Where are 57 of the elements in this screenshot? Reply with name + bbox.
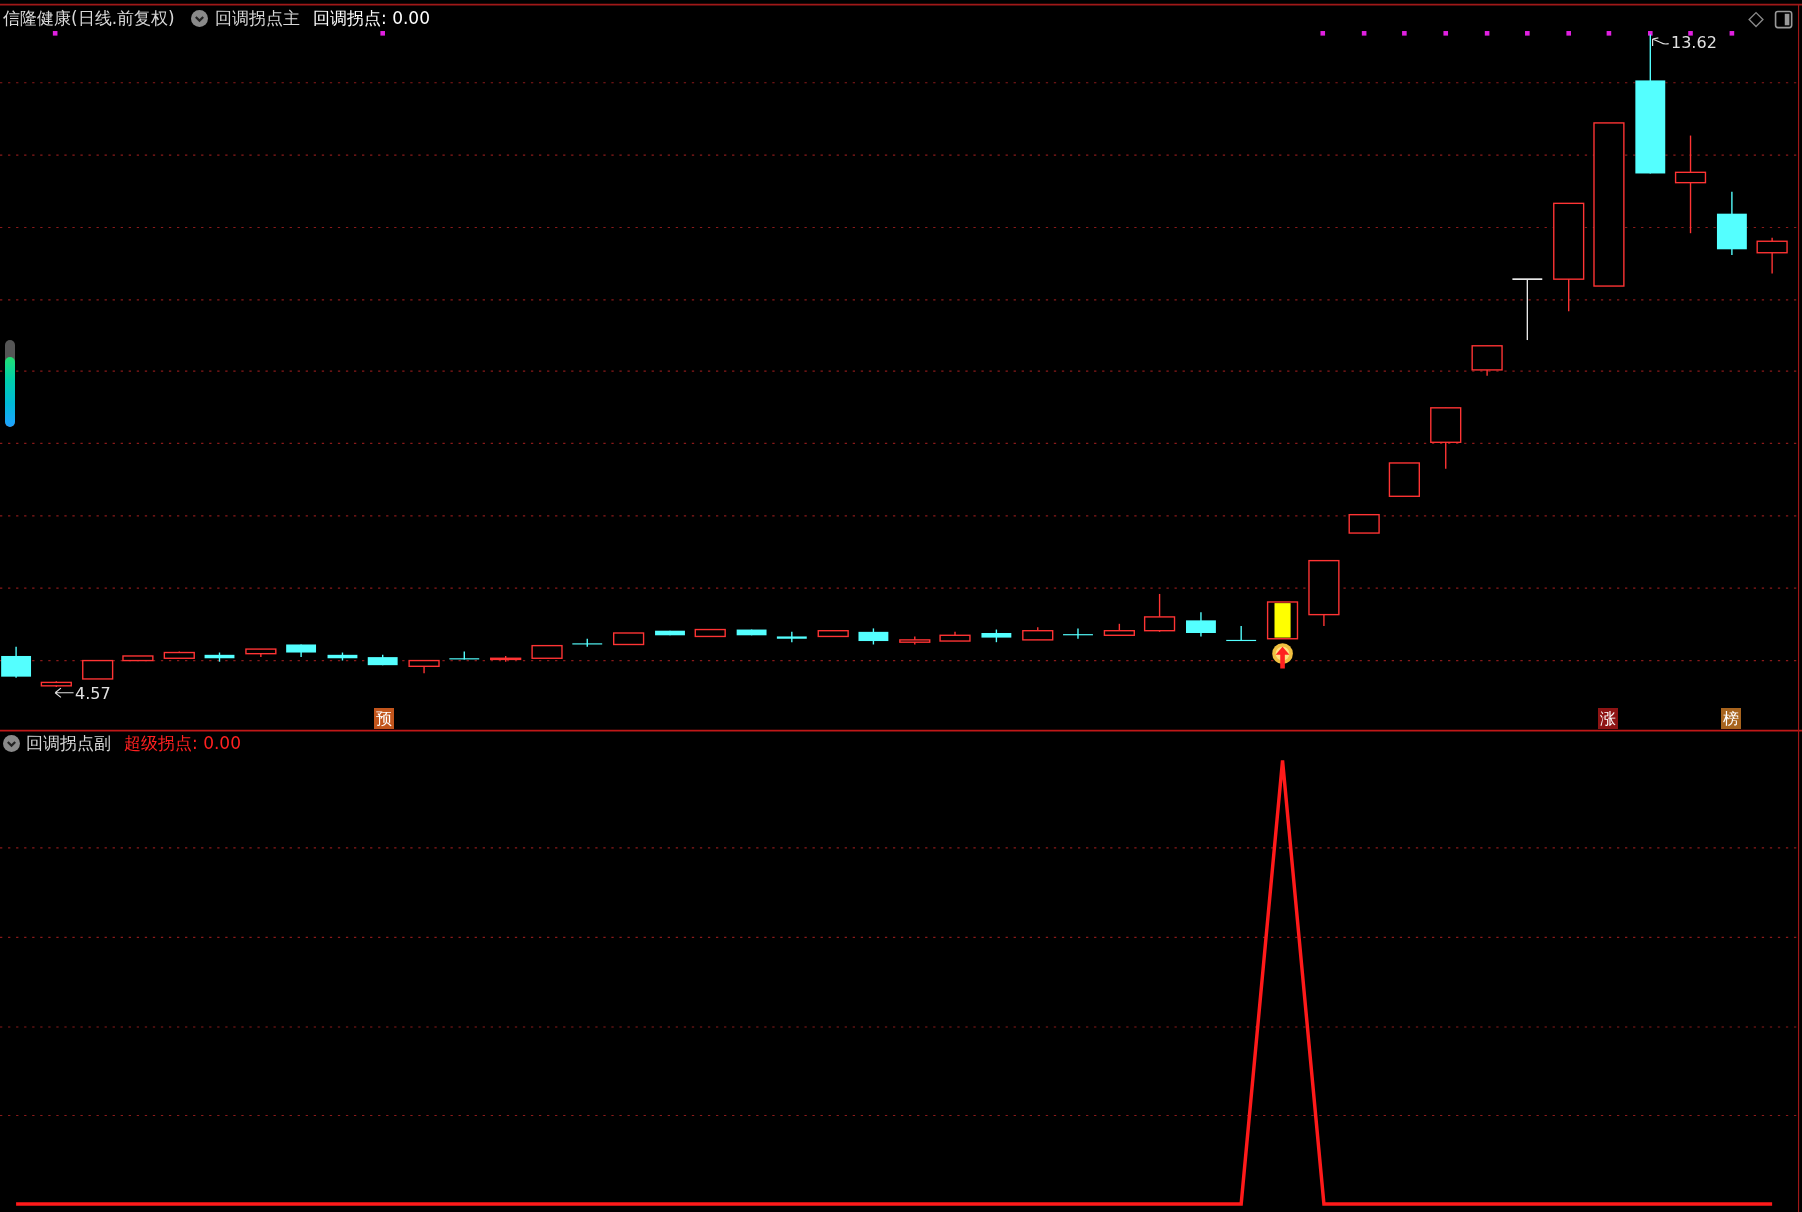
candlestick <box>1103 623 1135 636</box>
candlestick <box>286 643 317 658</box>
signal-arrow-icon <box>1272 643 1293 669</box>
stock-title: 信隆健康(日线.前复权) <box>3 7 175 29</box>
candlestick <box>122 655 154 662</box>
candlestick <box>572 638 603 648</box>
signal-tag: 预 <box>374 708 394 729</box>
indicator-name[interactable]: 回调拐点副 <box>26 732 111 754</box>
candlestick <box>1226 625 1257 642</box>
signal-tag: 榜 <box>1721 708 1741 729</box>
panel-toggle-icon[interactable] <box>1774 10 1793 29</box>
candlestick <box>817 630 849 638</box>
candlestick <box>655 630 685 636</box>
candlestick <box>490 655 522 663</box>
candlestick <box>1266 601 1299 640</box>
candlestick <box>858 627 889 646</box>
candlestick <box>736 628 767 636</box>
dropdown-icon[interactable] <box>191 10 208 27</box>
arrow-icon <box>1652 37 1670 47</box>
candlestick <box>1186 611 1216 638</box>
candlestick <box>367 654 398 666</box>
candlestick <box>1511 278 1544 341</box>
candlestick <box>694 628 726 638</box>
candlestick <box>776 631 807 643</box>
candlestick <box>1716 191 1747 256</box>
candlestick <box>1430 407 1462 470</box>
indicator-value: 超级拐点: 0.00 <box>124 732 241 754</box>
candlestick <box>327 651 358 662</box>
candlestick <box>939 631 971 642</box>
candlestick <box>531 644 563 659</box>
candlestick <box>1348 513 1380 534</box>
dropdown-icon[interactable] <box>3 735 20 752</box>
price-label: 4.57 <box>75 684 111 704</box>
candlestick <box>1308 559 1340 627</box>
candlestick <box>899 635 931 646</box>
candlestick <box>449 650 480 661</box>
signal-tag: 涨 <box>1598 708 1618 729</box>
candlestick <box>163 650 195 659</box>
candlestick <box>82 659 114 680</box>
arrow-icon <box>54 687 75 698</box>
candlestick <box>613 632 645 646</box>
candlestick <box>1143 593 1176 633</box>
candlestick <box>204 651 235 663</box>
indicator-value: 回调拐点: 0.00 <box>313 7 430 29</box>
candlestick <box>408 659 440 674</box>
candlestick <box>1022 626 1054 641</box>
candlestick <box>1471 345 1503 377</box>
candlestick <box>1388 462 1420 497</box>
candlestick <box>245 648 277 658</box>
indicator-name[interactable]: 回调拐点主 <box>215 7 300 29</box>
candlestick <box>981 628 1012 643</box>
candlestick <box>1063 627 1093 640</box>
candlestick <box>1756 237 1788 275</box>
diamond-icon[interactable] <box>1748 11 1764 28</box>
candlestick <box>40 680 72 688</box>
price-label: 13.62 <box>1671 33 1717 53</box>
candlestick <box>1 646 32 679</box>
